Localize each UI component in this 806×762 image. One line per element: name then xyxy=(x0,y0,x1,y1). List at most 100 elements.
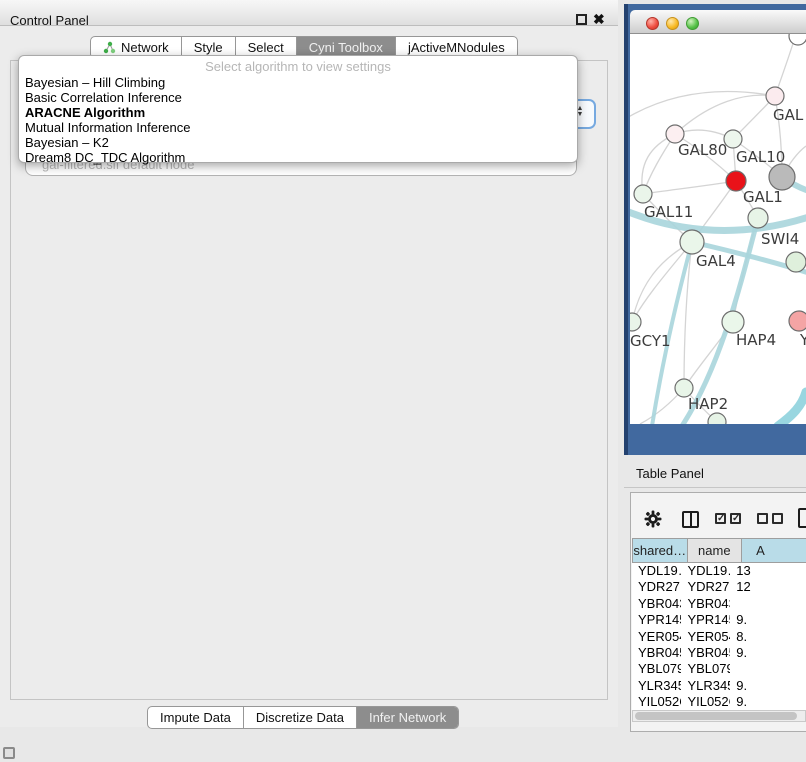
table-cell: YLR345W xyxy=(681,678,730,694)
table-cell: YPR145W xyxy=(681,612,730,628)
network-window-titlebar[interactable] xyxy=(630,10,806,34)
network-edge[interactable] xyxy=(675,95,775,134)
table-row[interactable]: YIL052CYIL052C9. xyxy=(632,694,806,710)
table-cell: YLR345W xyxy=(632,678,681,694)
table-row[interactable]: YPR145WYPR145W9. xyxy=(632,612,806,628)
network-node-label: GAL10 xyxy=(736,148,785,166)
table-cell xyxy=(730,596,806,612)
network-icon xyxy=(103,41,116,54)
table-body: YDL19…YDL19…13YDR27…YDR27…12YBR043CYBR04… xyxy=(632,563,806,710)
table-header-row: shared…nameA xyxy=(632,538,806,563)
algorithm-list-item[interactable]: Dream8 DC_TDC Algorithm xyxy=(19,150,577,165)
network-node[interactable] xyxy=(722,311,744,333)
table-column-header[interactable]: A xyxy=(742,538,806,563)
table-cell: YER054C xyxy=(632,629,681,645)
table-cell: YBR043C xyxy=(632,596,681,612)
network-node[interactable] xyxy=(769,164,795,190)
network-node-label: GAL4 xyxy=(696,252,736,270)
tab-infer-network[interactable]: Infer Network xyxy=(356,707,458,728)
table-cell: YDL19… xyxy=(681,563,730,579)
network-edge[interactable] xyxy=(643,181,736,194)
tab-network-label: Network xyxy=(121,40,169,55)
table-panel-title: Table Panel xyxy=(636,466,704,481)
table-cell: YDR27… xyxy=(681,579,730,595)
minimize-traffic-light-icon[interactable] xyxy=(666,17,679,30)
table-cell: YIL052C xyxy=(681,694,730,710)
control-panel-titlebar xyxy=(0,0,618,26)
network-node[interactable] xyxy=(786,252,806,272)
network-node[interactable] xyxy=(766,87,784,105)
network-node[interactable] xyxy=(748,208,768,228)
network-node[interactable] xyxy=(789,311,806,331)
network-canvas[interactable]: GALGAL80GAL10GAL1GAL11SWI4GAL4GCY1HAP4YH… xyxy=(630,34,806,424)
algorithm-list-item[interactable]: Bayesian – K2 xyxy=(19,135,577,150)
table-cell: YDL19… xyxy=(632,563,681,579)
network-node[interactable] xyxy=(680,230,704,254)
table-cell: YIL052C xyxy=(632,694,681,710)
algorithm-list: Bayesian – Hill ClimbingBasic Correlatio… xyxy=(19,75,577,165)
table-cell: YPR145W xyxy=(632,612,681,628)
table-cell: YBR043C xyxy=(681,596,730,612)
cyni-bottom-tab-bar: Impute Data Discretize Data Infer Networ… xyxy=(147,706,459,729)
unchecked-checkbox-icon[interactable] xyxy=(772,513,783,524)
network-node-label: HAP2 xyxy=(688,395,728,413)
table-cell: 9. xyxy=(730,678,806,694)
network-edge-thick[interactable] xyxy=(778,392,806,424)
network-node-label: HAP4 xyxy=(736,331,776,349)
tab-discretize-data[interactable]: Discretize Data xyxy=(243,707,356,728)
table-row[interactable]: YBR043CYBR043C xyxy=(632,596,806,612)
table-cell: YBL079W xyxy=(681,661,730,677)
network-node-label: GAL80 xyxy=(678,141,727,159)
algorithm-list-item[interactable]: Basic Correlation Inference xyxy=(19,90,577,105)
page-icon[interactable] xyxy=(798,508,806,528)
algorithm-list-item[interactable]: Bayesian – Hill Climbing xyxy=(19,75,577,90)
table-cell: 9. xyxy=(730,645,806,661)
algorithm-list-item[interactable]: Mutual Information Inference xyxy=(19,120,577,135)
table-row[interactable]: YDR27…YDR27…12 xyxy=(632,579,806,595)
zoom-traffic-light-icon[interactable] xyxy=(686,17,699,30)
table-cell: YBR045C xyxy=(681,645,730,661)
table-cell: 13 xyxy=(730,563,806,579)
network-node[interactable] xyxy=(789,34,806,45)
network-node[interactable] xyxy=(630,313,641,331)
table-row[interactable]: YBR045CYBR045C9. xyxy=(632,645,806,661)
network-node[interactable] xyxy=(634,185,652,203)
table-horizontal-scrollbar[interactable] xyxy=(632,710,806,722)
table-row[interactable]: YER054CYER054C8. xyxy=(632,629,806,645)
network-edge[interactable] xyxy=(643,134,675,194)
network-node[interactable] xyxy=(708,413,726,424)
close-icon[interactable]: ✖ xyxy=(593,11,605,27)
checked-checkbox-icon[interactable]: ✓ xyxy=(730,513,741,524)
table-cell xyxy=(730,661,806,677)
table-column-header[interactable]: shared… xyxy=(632,538,688,563)
table-column-header[interactable]: name xyxy=(688,538,743,563)
table-cell: 8. xyxy=(730,629,806,645)
collapsed-panel-icon[interactable] xyxy=(3,747,15,759)
network-node-label: SWI4 xyxy=(761,230,799,248)
gear-icon[interactable] xyxy=(644,510,662,528)
table-cell: YDR27… xyxy=(632,579,681,595)
network-node-label: GAL11 xyxy=(644,203,693,221)
float-window-icon[interactable] xyxy=(576,14,587,25)
table-cell: 9. xyxy=(730,612,806,628)
control-panel-title: Control Panel xyxy=(10,13,89,28)
algorithm-list-item[interactable]: ARACNE Algorithm xyxy=(19,105,577,120)
algorithm-dropdown-popup: Select algorithm to view settings Bayesi… xyxy=(18,55,578,163)
table-row[interactable]: YBL079WYBL079W xyxy=(632,661,806,677)
columns-icon[interactable] xyxy=(682,511,699,528)
network-node-label: GCY1 xyxy=(630,332,671,350)
algorithm-prompt: Select algorithm to view settings xyxy=(19,58,577,75)
table-cell: YBL079W xyxy=(632,661,681,677)
network-node-label: GAL xyxy=(773,106,804,124)
table-row[interactable]: YDL19…YDL19…13 xyxy=(632,563,806,579)
table-cell: 9. xyxy=(730,694,806,710)
network-node-label: GAL1 xyxy=(743,188,783,206)
table-panel-divider xyxy=(624,487,806,488)
table-row[interactable]: YLR345WYLR345W9. xyxy=(632,678,806,694)
close-traffic-light-icon[interactable] xyxy=(646,17,659,30)
tab-impute-data[interactable]: Impute Data xyxy=(148,707,243,728)
table-cell: 12 xyxy=(730,579,806,595)
checked-checkbox-icon[interactable]: ✓ xyxy=(715,513,726,524)
unchecked-checkbox-icon[interactable] xyxy=(757,513,768,524)
table-cell: YER054C xyxy=(681,629,730,645)
